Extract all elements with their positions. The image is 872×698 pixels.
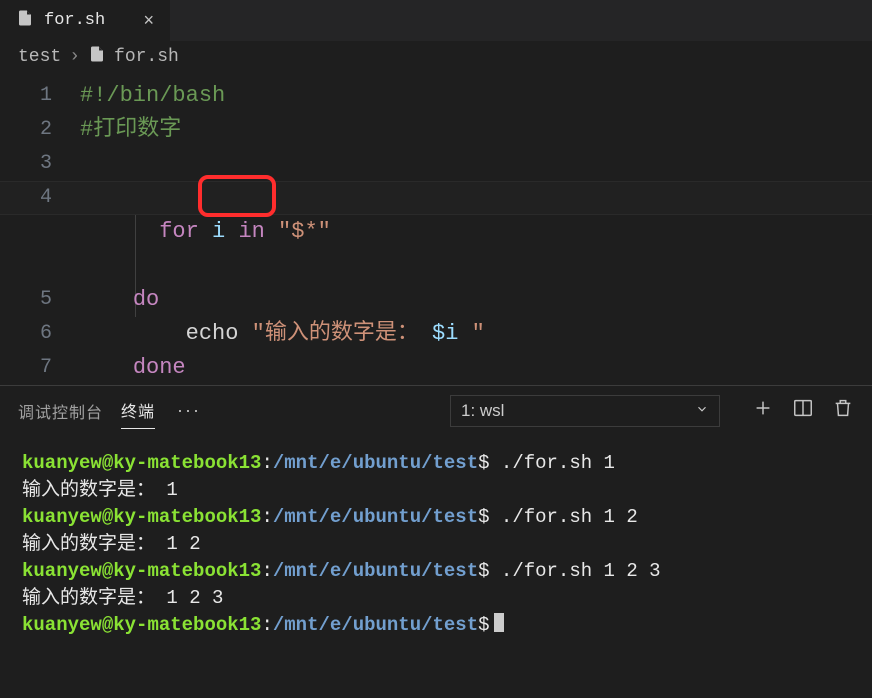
code-text: in [238,219,264,244]
tab-filename: for.sh [44,11,105,30]
code-text: done [133,355,186,380]
breadcrumb[interactable]: test › for.sh [0,41,872,73]
code-text: i [199,219,239,244]
tab-terminal[interactable]: 终端 [121,392,155,429]
terminal-line: 输入的数字是： 1 2 [22,531,850,558]
terminal-line: kuanyew@ky-matebook13:/mnt/e/ubuntu/test… [22,504,850,531]
code-text: " [458,321,484,346]
code-text: "$*" [278,219,331,244]
tab-for-sh[interactable]: for.sh × [0,0,170,41]
terminal[interactable]: kuanyew@ky-matebook13:/mnt/e/ubuntu/test… [0,436,872,698]
terminal-line: kuanyew@ky-matebook13:/mnt/e/ubuntu/test… [22,450,850,477]
code-text: "输入的数字是： [252,321,432,346]
more-icon[interactable]: ··· [173,400,205,421]
cursor [494,613,504,632]
line-number: 7 [0,351,80,385]
split-terminal-icon[interactable] [792,397,814,424]
tab-debug-console[interactable]: 调试控制台 [18,393,103,429]
file-icon [16,9,34,32]
line-number: 5 [0,283,80,317]
close-icon[interactable]: × [143,10,154,31]
code-text: echo [186,321,252,346]
terminal-selector-label: 1: wsl [461,401,504,421]
code-text: $i [432,321,458,346]
bottom-panel: 调试控制台 终端 ··· 1: wsl kuanyew@ky-matebook1… [0,385,872,698]
line-number: 1 [0,79,80,113]
breadcrumb-folder[interactable]: test [18,47,61,67]
line-number: 2 [0,113,80,147]
code-editor[interactable]: 1 #!/bin/bash 2 #打印数字 3 4 for i in "$*" … [0,73,872,385]
trash-icon[interactable] [832,397,854,424]
terminal-line: kuanyew@ky-matebook13:/mnt/e/ubuntu/test… [22,612,850,639]
terminal-selector[interactable]: 1: wsl [450,395,720,427]
breadcrumb-file[interactable]: for.sh [114,47,179,67]
chevron-right-icon: › [69,47,80,67]
line-number: 6 [0,317,80,351]
file-icon [88,45,106,69]
terminal-line: 输入的数字是： 1 [22,477,850,504]
chevron-down-icon [695,401,709,421]
line-number: 4 [0,181,80,215]
code-text: do [133,287,159,312]
code-text: for [159,219,199,244]
new-terminal-icon[interactable] [752,397,774,424]
code-text: #打印数字 [80,117,181,142]
terminal-line: 输入的数字是： 1 2 3 [22,585,850,612]
code-text: #!/bin/bash [80,83,225,108]
line-number: 3 [0,147,80,181]
tab-bar: for.sh × [0,0,872,41]
panel-header: 调试控制台 终端 ··· 1: wsl [0,386,872,436]
terminal-line: kuanyew@ky-matebook13:/mnt/e/ubuntu/test… [22,558,850,585]
